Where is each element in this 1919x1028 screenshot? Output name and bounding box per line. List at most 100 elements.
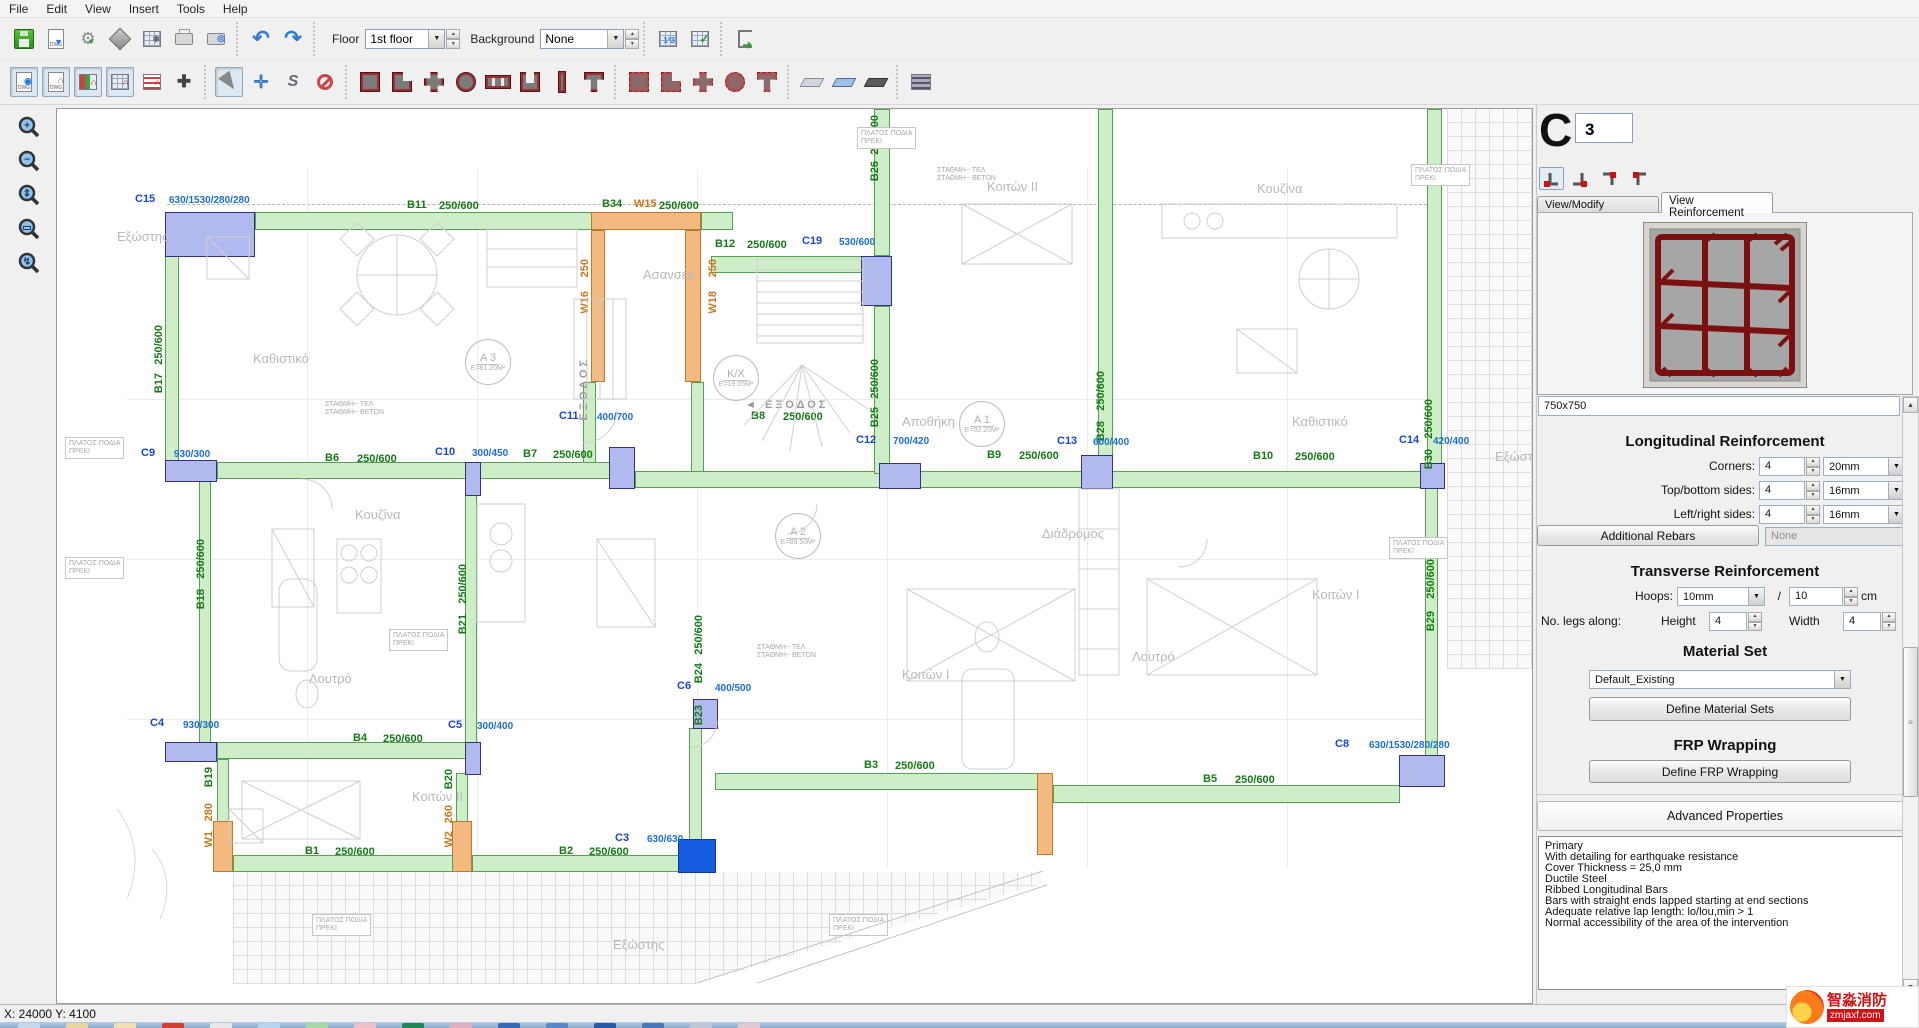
beam-element[interactable]: [165, 255, 179, 463]
column-element[interactable]: [465, 742, 481, 775]
menu-tools[interactable]: Tools: [168, 1, 214, 17]
taskbar-icon[interactable]: [546, 1023, 568, 1028]
column-element[interactable]: [861, 256, 892, 306]
beam-element[interactable]: [472, 855, 679, 872]
beam-element[interactable]: [715, 773, 1038, 790]
menu-file[interactable]: File: [0, 1, 37, 17]
grid-numbers-button[interactable]: 1²3: [654, 24, 682, 54]
wall-element[interactable]: [685, 230, 701, 382]
drawing-canvas[interactable]: C15630/1530/280/280B11250/600B34W15250/6…: [56, 108, 1533, 1004]
menu-view[interactable]: View: [76, 1, 120, 17]
bar-count-field[interactable]: 4: [1759, 505, 1805, 524]
taskbar-icon[interactable]: [258, 1023, 280, 1028]
grid-arch-button[interactable]: ∩: [106, 67, 134, 97]
column-element[interactable]: [165, 460, 217, 482]
taskbar-icon[interactable]: [162, 1023, 184, 1028]
orientation-icon[interactable]: [1567, 167, 1592, 190]
save-button[interactable]: [10, 24, 38, 54]
bar-diameter-select[interactable]: 20mm▼: [1823, 457, 1905, 476]
chevron-down-icon[interactable]: ▼: [428, 30, 444, 48]
column-element[interactable]: [165, 212, 255, 257]
tab-view-reinforcement[interactable]: View Reinforcement: [1661, 192, 1773, 213]
menu-insert[interactable]: Insert: [120, 1, 168, 17]
zoom-extents-button[interactable]: ⇕: [12, 180, 46, 210]
column-circle-button[interactable]: [452, 67, 480, 97]
dwg-eye-button[interactable]: DWG◉: [10, 67, 38, 97]
wall-element[interactable]: [591, 212, 701, 230]
orientation-icon[interactable]: [1539, 167, 1564, 190]
move-button[interactable]: ✛: [247, 67, 275, 97]
beam-element[interactable]: [217, 742, 466, 759]
column-element[interactable]: [609, 447, 635, 489]
rc-square-button[interactable]: [625, 67, 653, 97]
settings-gears-button[interactable]: ⚙●: [74, 24, 102, 54]
bar-count-stepper[interactable]: ▲▼: [1806, 457, 1820, 476]
tab-view-modify-geometry[interactable]: View/Modify Geometry: [1537, 196, 1659, 213]
taskbar-icon[interactable]: [18, 1023, 40, 1028]
taskbar[interactable]: [0, 1022, 1919, 1028]
rc-T-button[interactable]: [753, 67, 781, 97]
export-dwg-button[interactable]: DWG▼: [42, 24, 70, 54]
print-preview-button[interactable]: ◎: [202, 24, 230, 54]
chevron-down-icon[interactable]: ▼: [1834, 671, 1850, 688]
beam-element[interactable]: [217, 462, 611, 479]
wall-U-button[interactable]: [516, 67, 544, 97]
grid-settings-button[interactable]: ✱: [138, 24, 166, 54]
define-material-sets-button[interactable]: Define Material Sets: [1589, 697, 1851, 721]
rc-L-button[interactable]: [657, 67, 685, 97]
hoop-spacing-stepper[interactable]: ▲▼: [1844, 587, 1858, 606]
print-button[interactable]: [170, 24, 198, 54]
taskbar-icon[interactable]: [594, 1023, 616, 1028]
cross-black-button[interactable]: ✚: [170, 67, 198, 97]
chevron-down-icon[interactable]: ▼: [607, 30, 623, 48]
column-element[interactable]: [1399, 755, 1445, 787]
scrollbar-thumb[interactable]: ≡: [1903, 647, 1918, 797]
bar-count-field[interactable]: 4: [1759, 481, 1805, 500]
hoop-spacing-field[interactable]: 10: [1789, 587, 1843, 606]
cube-3d-button[interactable]: [106, 24, 134, 54]
material-set-select[interactable]: Default_Existing▼: [1589, 670, 1851, 689]
section-size-field[interactable]: 750x750: [1538, 396, 1900, 416]
floor-stepper[interactable]: ▲▼: [446, 29, 460, 49]
taskbar-icon[interactable]: [114, 1023, 136, 1028]
matrix-button[interactable]: [907, 67, 935, 97]
advanced-properties-button[interactable]: Advanced Properties: [1537, 801, 1913, 831]
wall-bar-button[interactable]: [548, 67, 576, 97]
slab-button[interactable]: [798, 67, 826, 97]
bar-count-field[interactable]: 4: [1759, 457, 1805, 476]
taskbar-icon[interactable]: [450, 1023, 472, 1028]
beam-element[interactable]: [1098, 109, 1113, 472]
panel-scrollbar[interactable]: ▲ ≡ ▼: [1902, 396, 1919, 996]
wall-element[interactable]: [591, 230, 605, 382]
taskbar-icon[interactable]: [690, 1023, 712, 1028]
rc-plus-button[interactable]: [689, 67, 717, 97]
wall-element[interactable]: [1037, 773, 1053, 855]
column-element[interactable]: [165, 742, 217, 762]
background-select[interactable]: None▼: [540, 29, 624, 49]
bar-diameter-select[interactable]: 16mm▼: [1823, 481, 1905, 500]
zoom-previous-button[interactable]: ↯: [12, 248, 46, 278]
wall-openings-button[interactable]: [484, 67, 512, 97]
wall-element[interactable]: [213, 821, 233, 872]
beam-element[interactable]: [199, 479, 211, 743]
taskbar-icon[interactable]: [66, 1023, 88, 1028]
taskbar-icon[interactable]: [498, 1023, 520, 1028]
slab-blue-button[interactable]: [830, 67, 858, 97]
taskbar-icon[interactable]: [738, 1023, 760, 1028]
bar-count-stepper[interactable]: ▲▼: [1806, 481, 1820, 500]
menu-help[interactable]: Help: [214, 1, 257, 17]
beam-element[interactable]: [255, 212, 595, 230]
legs-width-stepper[interactable]: ▲▼: [1882, 612, 1896, 631]
define-frp-button[interactable]: Define FRP Wrapping: [1589, 760, 1851, 783]
taskbar-icon[interactable]: [354, 1023, 376, 1028]
zoom-window-button[interactable]: ▭: [12, 214, 46, 244]
selected-column[interactable]: [678, 839, 716, 873]
beam-element[interactable]: [691, 382, 704, 472]
grid-red-arch-button[interactable]: ∩: [138, 67, 166, 97]
hoops-diameter-select[interactable]: 10mm▼: [1677, 587, 1765, 606]
beam-element[interactable]: [711, 256, 863, 273]
dwg-arch-button[interactable]: DWG∩: [42, 67, 70, 97]
taskbar-icon[interactable]: [642, 1023, 664, 1028]
column-number-field[interactable]: [1575, 113, 1633, 143]
background-stepper[interactable]: ▲▼: [625, 29, 639, 49]
